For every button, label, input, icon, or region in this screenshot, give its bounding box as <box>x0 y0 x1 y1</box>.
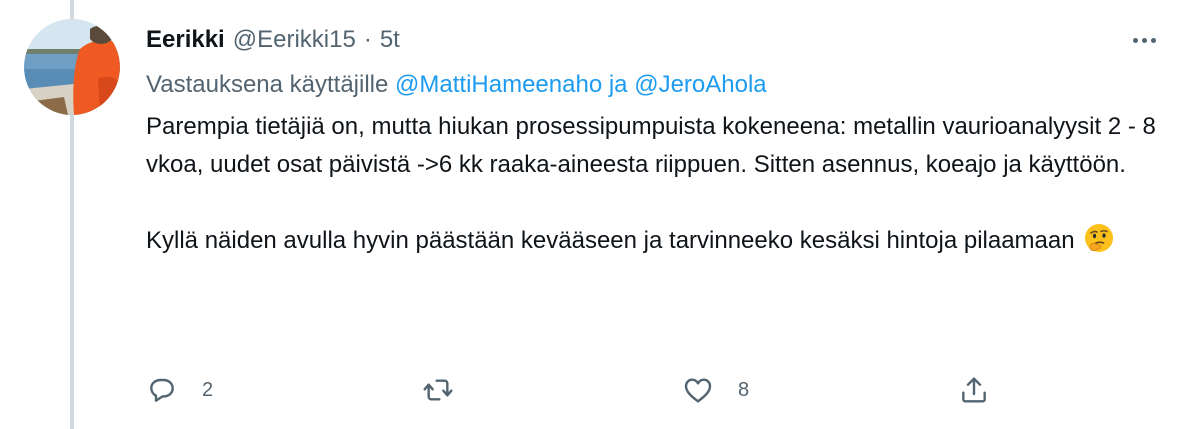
tweet-actions-bar: 2 8 <box>146 370 1006 410</box>
more-horizontal-icon <box>1132 37 1138 43</box>
like-button[interactable]: 8 <box>682 370 749 410</box>
reply-button[interactable]: 2 <box>146 370 213 410</box>
tweet-header: Eerikki @Eerikki15 · 5t <box>146 20 1176 60</box>
share-button[interactable] <box>958 370 990 410</box>
heart-icon <box>684 378 712 403</box>
mention-link-2[interactable]: @JeroAhola <box>634 71 766 98</box>
reply-count: 2 <box>202 378 214 401</box>
like-count: 8 <box>738 378 750 401</box>
reply-context-prefix: Vastauksena käyttäjille <box>146 71 389 98</box>
author-handle[interactable]: @Eerikki15 <box>233 26 356 54</box>
more-horizontal-icon <box>1141 37 1147 43</box>
mention-conjunction[interactable]: ja <box>609 71 628 98</box>
share-icon <box>962 377 986 403</box>
separator-dot: · <box>363 26 372 53</box>
more-horizontal-icon <box>1150 37 1156 43</box>
retweet-button[interactable] <box>422 370 478 410</box>
reply-context: Vastauksena käyttäjille @MattiHameenaho … <box>146 65 1176 105</box>
thinking-face-emoji-icon <box>1083 222 1115 266</box>
avatar-photo <box>24 19 120 115</box>
author-display-name[interactable]: Eerikki <box>146 26 225 54</box>
mention-link-1[interactable]: @MattiHameenaho <box>395 71 602 98</box>
avatar[interactable] <box>24 19 120 115</box>
retweet-icon <box>423 379 453 401</box>
tweet-paragraph-2-text: Kyllä näiden avulla hyvin päästään kevää… <box>146 227 1075 254</box>
tweet-timestamp[interactable]: 5t <box>380 26 400 54</box>
more-options-button[interactable] <box>1126 22 1162 58</box>
tweet-content: Eerikki @Eerikki15 · 5t Vastauksena käyt… <box>146 20 1176 266</box>
tweet-body: Parempia tietäjiä on, mutta hiukan prose… <box>146 108 1176 266</box>
tweet-paragraph-1: Parempia tietäjiä on, mutta hiukan prose… <box>146 113 1156 178</box>
tweet-paragraph-2: Kyllä näiden avulla hyvin päästään kevää… <box>146 222 1176 266</box>
reply-bubble-icon <box>150 378 174 402</box>
